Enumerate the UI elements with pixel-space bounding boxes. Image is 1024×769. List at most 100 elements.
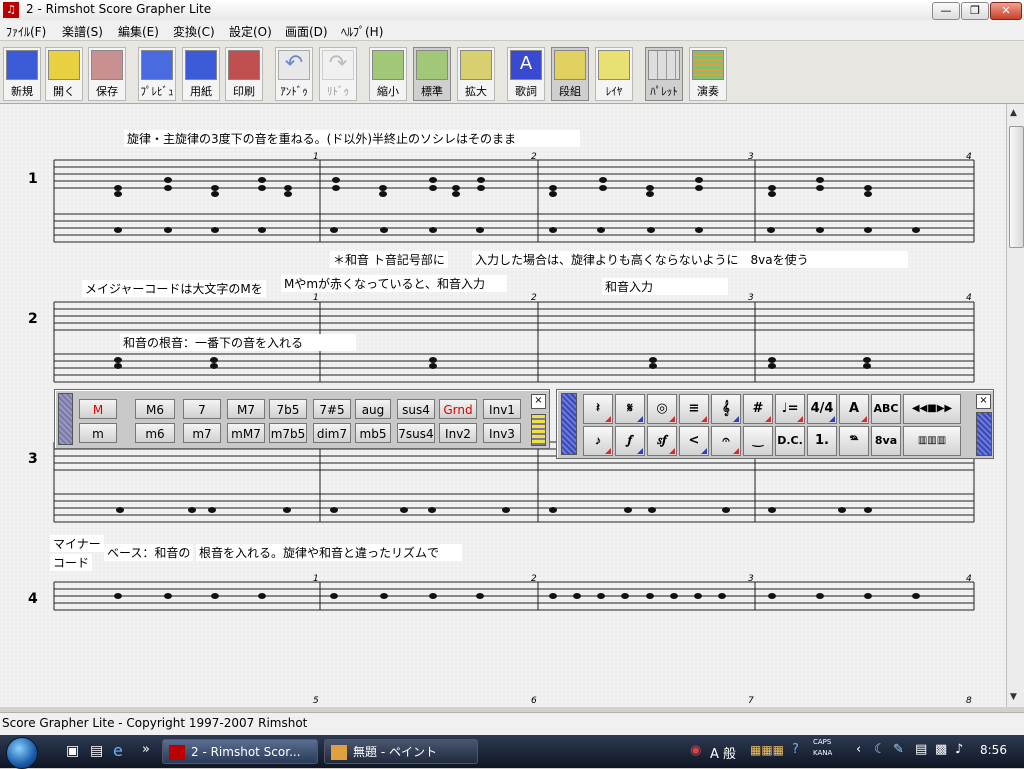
ime-mode[interactable]: A 般 (710, 743, 736, 762)
rest-icon[interactable]: 𝄽 (583, 394, 613, 424)
forte-icon[interactable]: 𝆑 (615, 426, 645, 456)
palette-grip[interactable] (58, 393, 73, 445)
start-button[interactable] (6, 737, 38, 769)
chord-button[interactable]: M (79, 399, 117, 419)
toolbar-preview-button[interactable]: ﾌﾟﾚﾋﾞｭ (138, 47, 176, 101)
ime-tools-icon[interactable]: ▦▦▦ (750, 743, 784, 757)
sforzando-icon[interactable]: 𝆍𝆑 (647, 426, 677, 456)
crescendo-icon[interactable]: < (679, 426, 709, 456)
treble-clef-icon[interactable]: 𝄞 (711, 394, 741, 424)
toolbar-save-button[interactable]: 保存 (88, 47, 126, 101)
toolbar-play-button[interactable]: 演奏 (689, 47, 727, 101)
scroll-up-icon[interactable]: ▲ (1010, 108, 1017, 118)
scroll-thumb[interactable] (1009, 126, 1024, 248)
toolbar-zoom-in-button[interactable]: 拡大 (457, 47, 495, 101)
toolbar-paper-button[interactable]: 用紙 (182, 47, 220, 101)
da-capo-icon[interactable]: D.C. (775, 426, 805, 456)
chord-button[interactable]: Inv3 (483, 423, 521, 443)
chord-button[interactable]: Grnd (439, 399, 477, 419)
chord-button[interactable]: m7b5 (269, 423, 307, 443)
tool-palette-close-icon[interactable]: × (976, 394, 991, 409)
toolbar-layer-button[interactable]: ﾚｲﾔ (595, 47, 633, 101)
chord-button[interactable]: m7 (183, 423, 221, 443)
menu-view[interactable]: 画面(D) (285, 23, 328, 40)
chord-button[interactable]: 7b5 (269, 399, 307, 419)
fermata-icon[interactable]: 𝄐 (711, 426, 741, 456)
chord-button[interactable]: m6 (135, 423, 175, 443)
chord-button[interactable]: mb5 (355, 423, 391, 443)
toolbar-columns-button[interactable]: 段組 (551, 47, 589, 101)
help-icon[interactable]: ? (792, 742, 799, 757)
note-head (114, 191, 122, 197)
chord-button[interactable]: Inv2 (439, 423, 477, 443)
sharp-icon[interactable]: # (743, 394, 773, 424)
grace-note-icon[interactable]: 𝆕 (583, 426, 613, 456)
menu-edit[interactable]: 編集(E) (118, 23, 159, 40)
vertical-scrollbar[interactable]: ▲ ▼ (1006, 104, 1024, 707)
volume-icon[interactable]: ♪ (955, 742, 963, 757)
maximize-button[interactable]: ❐ (961, 2, 989, 20)
time-signature-icon[interactable]: 4/4 (807, 394, 837, 424)
clock[interactable]: 8:56 (980, 743, 1007, 757)
chord-button[interactable]: 7 (183, 399, 221, 419)
app-icon[interactable]: ♫ (3, 2, 19, 18)
minimize-button[interactable]: — (932, 2, 960, 20)
chord-button[interactable]: dim7 (313, 423, 351, 443)
measure-number: 6 (531, 696, 537, 706)
more-icon[interactable]: » (142, 742, 150, 757)
pen-icon[interactable]: ✎ (893, 742, 904, 757)
task-rimshot[interactable]: 2 - Rimshot Scor... (162, 739, 318, 764)
staff-lines-icon[interactable]: ≡ (679, 394, 709, 424)
toolbar-zoom-normal-button[interactable]: 標準 (413, 47, 451, 101)
menu-file[interactable]: ﾌｧｲﾙ(F) (6, 23, 46, 40)
text-icon[interactable]: ABC (871, 394, 901, 424)
ime-icon[interactable]: ◉ (690, 743, 701, 758)
menu-convert[interactable]: 変換(C) (173, 23, 215, 40)
show-desktop-icon[interactable]: ▣ (66, 743, 79, 759)
tray-chevron-icon[interactable]: ‹ (856, 742, 861, 757)
chord-button[interactable]: aug (355, 399, 391, 419)
toolbar-palette-button[interactable]: ﾊﾟﾚｯﾄ (645, 47, 683, 101)
menu-settings[interactable]: 設定(O) (229, 23, 272, 40)
toolbar-new-button[interactable]: 新規 (3, 47, 41, 101)
explorer-icon[interactable]: ▤ (90, 743, 103, 759)
chord-button[interactable]: mM7 (227, 423, 265, 443)
chord-button[interactable]: sus4 (397, 399, 435, 419)
task-paint[interactable]: 無題 - ペイント (324, 739, 478, 764)
palette-grip-right[interactable] (976, 412, 992, 456)
power-icon[interactable]: ▩ (935, 742, 947, 757)
chord-button[interactable]: m (79, 423, 117, 443)
palette-grip-right[interactable] (531, 414, 546, 446)
scroll-down-icon[interactable]: ▼ (1010, 692, 1017, 702)
segno-icon[interactable]: 𝄋 (615, 394, 645, 424)
menu-help[interactable]: ﾍﾙﾌﾟ(H) (341, 23, 383, 40)
ie-icon[interactable]: e (113, 741, 123, 760)
toolbar-open-button[interactable]: 開く (45, 47, 83, 101)
toolbar-zoom-out-button[interactable]: 縮小 (369, 47, 407, 101)
drum-icon[interactable]: ◎ (647, 394, 677, 424)
toolbar-lyrics-button[interactable]: A 歌詞 (507, 47, 545, 101)
chord-palette-close-icon[interactable]: × (531, 394, 546, 409)
text-box-icon[interactable]: A (839, 394, 869, 424)
toolbar-print-button[interactable]: 印刷 (225, 47, 263, 101)
toolbar-undo-button[interactable]: ↶ ｱﾝﾄﾞｩ (275, 47, 313, 101)
note-head (379, 185, 387, 191)
transport-icon[interactable]: ◀◀■▶▶ (903, 394, 961, 424)
network-icon[interactable]: ▤ (915, 742, 927, 757)
keyboard-icon[interactable]: ▥▥▥ (903, 426, 961, 456)
slur-icon[interactable]: ‿ (743, 426, 773, 456)
pedal-icon[interactable]: 𝆮 (839, 426, 869, 456)
close-button[interactable]: ✕ (990, 2, 1022, 20)
chord-button[interactable]: M6 (135, 399, 175, 419)
tempo-icon[interactable]: ♩= (775, 394, 805, 424)
menu-score[interactable]: 楽譜(S) (62, 23, 103, 40)
octave-icon[interactable]: 8va (871, 426, 901, 456)
chord-button[interactable]: Inv1 (483, 399, 521, 419)
toolbar-redo-button[interactable]: ↷ ﾘﾄﾞｩ (319, 47, 357, 101)
chord-button[interactable]: 7#5 (313, 399, 351, 419)
palette-grip[interactable] (561, 393, 577, 455)
tool-label: 𝄞 (722, 401, 730, 416)
chord-button[interactable]: 7sus4 (397, 423, 435, 443)
chord-button[interactable]: M7 (227, 399, 265, 419)
volta-icon[interactable]: 1. (807, 426, 837, 456)
